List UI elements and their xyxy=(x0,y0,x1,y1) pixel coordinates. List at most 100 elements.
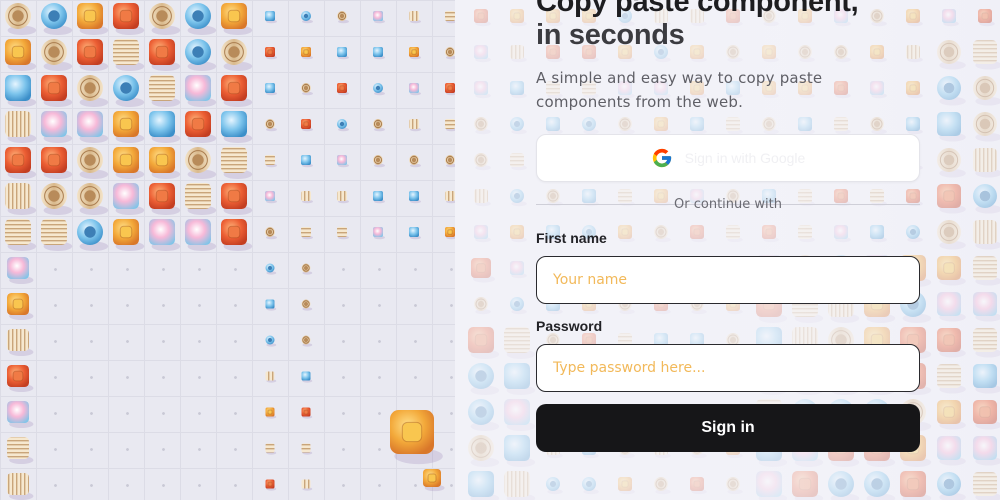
decorative-shape xyxy=(185,147,217,179)
decorative-shape xyxy=(265,11,277,24)
decorative-shape xyxy=(265,443,277,455)
decorative-shape xyxy=(301,407,313,419)
decorative-shape xyxy=(301,335,313,347)
decorative-shape xyxy=(445,191,455,204)
decorative-shape xyxy=(41,111,73,143)
decorative-shape xyxy=(265,479,277,491)
decorative-shape xyxy=(265,335,277,347)
decorative-shape xyxy=(301,371,313,383)
decorative-shape xyxy=(409,47,421,60)
decorative-shape xyxy=(41,183,73,215)
decorative-shape xyxy=(301,479,313,491)
decorative-shape xyxy=(265,155,277,168)
decorative-shape xyxy=(373,191,385,204)
decorative-shape xyxy=(265,407,277,419)
decorative-shape xyxy=(337,227,349,240)
google-button-label: Sign in with Google xyxy=(684,150,806,166)
google-sign-in-button[interactable]: Sign in with Google xyxy=(536,134,920,182)
decorative-shape xyxy=(301,263,313,275)
decorative-shape xyxy=(149,39,181,71)
decorative-shape xyxy=(301,191,313,204)
decorative-shape xyxy=(337,11,349,24)
decorative-shape xyxy=(373,155,385,168)
decorative-shape xyxy=(221,75,253,107)
decorative-shape xyxy=(301,83,313,96)
decorative-shape xyxy=(373,227,385,240)
decorative-shape xyxy=(445,119,455,132)
decorative-shape xyxy=(7,473,34,500)
divider-text: Or continue with xyxy=(674,196,782,212)
decorative-shape xyxy=(373,83,385,96)
decorative-shape xyxy=(185,183,217,215)
decorative-shape xyxy=(149,147,181,179)
decorative-shape xyxy=(265,371,277,383)
decorative-shape xyxy=(113,219,145,251)
decorative-shape xyxy=(373,11,385,24)
decorative-shape xyxy=(337,47,349,60)
decorative-shape xyxy=(185,3,217,35)
decorative-shape xyxy=(409,11,421,24)
decorative-shape xyxy=(149,111,181,143)
decorative-shape xyxy=(41,3,73,35)
heading-line-2: in seconds xyxy=(536,19,685,51)
decorative-shape xyxy=(185,219,217,251)
password-input[interactable] xyxy=(536,344,920,392)
decorative-shape xyxy=(301,227,313,240)
decorative-shape xyxy=(77,147,109,179)
decorative-shape xyxy=(41,219,73,251)
decorative-shape xyxy=(337,83,349,96)
first-name-input[interactable] xyxy=(536,256,920,304)
decorative-shape xyxy=(409,227,421,240)
decorative-shape xyxy=(445,155,455,168)
decorative-shape xyxy=(5,75,37,107)
decorative-shape xyxy=(221,183,253,215)
decorative-shape xyxy=(301,119,313,132)
decorative-shape xyxy=(7,365,34,393)
decorative-shape xyxy=(301,47,313,60)
decorative-shape xyxy=(301,443,313,455)
decorative-shape xyxy=(5,183,37,215)
decorative-shape xyxy=(337,191,349,204)
decorative-shape xyxy=(221,219,253,251)
app-root: Copy paste component, in seconds A simpl… xyxy=(0,0,1000,500)
decorative-shape xyxy=(77,183,109,215)
decorative-shape xyxy=(113,111,145,143)
subtitle: A simple and easy way to copy paste comp… xyxy=(536,69,823,111)
decorative-shape xyxy=(5,219,37,251)
decorative-shape xyxy=(77,111,109,143)
decorative-shape xyxy=(265,83,277,96)
decorative-shape xyxy=(445,83,455,96)
decorative-shape xyxy=(77,219,109,251)
decorative-shape xyxy=(149,3,181,35)
decorative-shape xyxy=(390,410,443,465)
decorative-shape xyxy=(221,3,253,35)
decorative-shape xyxy=(301,299,313,311)
decorative-shape xyxy=(77,75,109,107)
decorative-shape xyxy=(373,47,385,60)
sign-in-panel: Copy paste component, in seconds A simpl… xyxy=(455,0,1000,500)
decorative-shape xyxy=(409,191,421,204)
decorative-shape xyxy=(265,227,277,240)
decorative-shape xyxy=(41,75,73,107)
decorative-shape xyxy=(77,3,109,35)
divider: Or continue with xyxy=(536,196,920,212)
google-g-icon xyxy=(651,147,673,169)
decorative-shape xyxy=(221,111,253,143)
decorative-shape xyxy=(301,11,313,24)
heading-line-1: Copy paste component, xyxy=(536,0,859,18)
decorative-shape xyxy=(7,437,34,465)
decorative-shape xyxy=(5,147,37,179)
sign-in-button[interactable]: Sign in xyxy=(536,404,920,452)
decorative-artwork-panel xyxy=(0,0,455,500)
decorative-shape xyxy=(113,183,145,215)
decorative-shape xyxy=(5,39,37,71)
decorative-shape xyxy=(445,47,455,60)
decorative-shape xyxy=(185,111,217,143)
decorative-shape xyxy=(221,147,253,179)
decorative-shape xyxy=(113,147,145,179)
decorative-shape xyxy=(113,3,145,35)
decorative-shape xyxy=(5,111,37,143)
decorative-shape xyxy=(445,11,455,24)
decorative-shape xyxy=(7,257,34,285)
decorative-shape xyxy=(5,3,37,35)
